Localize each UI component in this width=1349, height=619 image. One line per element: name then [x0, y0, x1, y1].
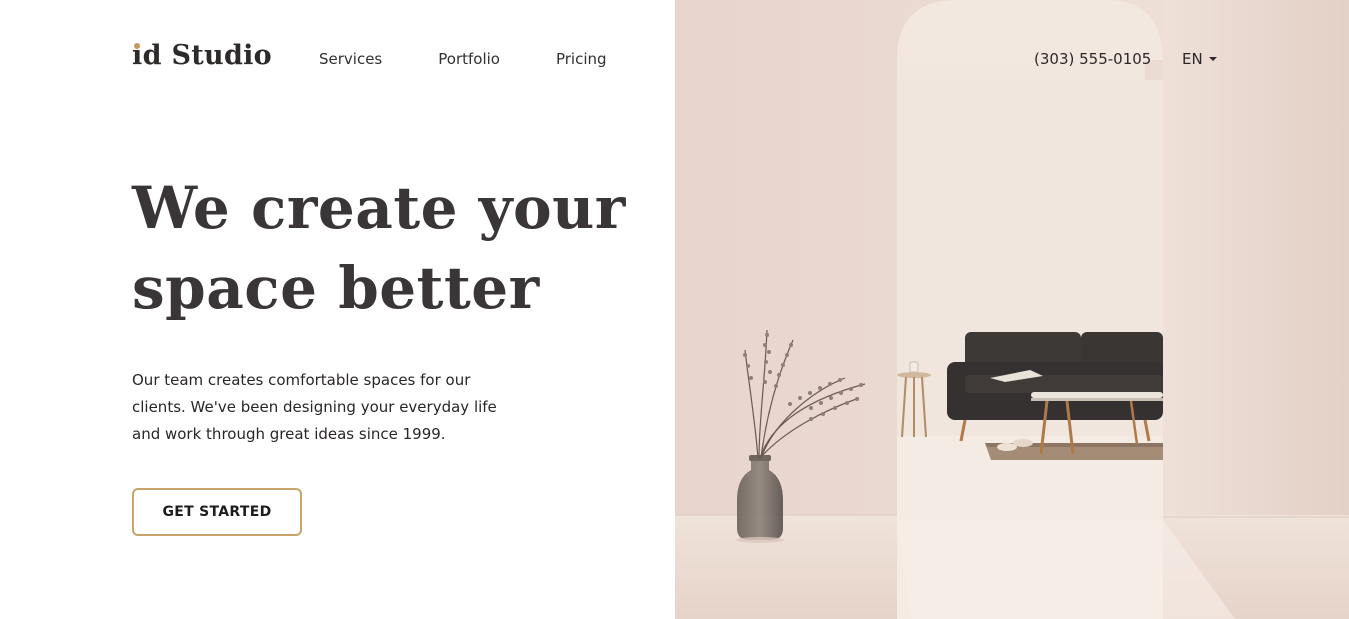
nav-item-pricing[interactable]: Pricing [556, 49, 607, 69]
landing-page: i d Studio Services Portfolio Pricing We… [0, 0, 1349, 619]
interior-illustration [675, 0, 1349, 619]
hero-description: Our team creates comfortable spaces for … [132, 371, 497, 443]
get-started-button[interactable]: GET STARTED [132, 488, 302, 536]
main-nav: Services Portfolio Pricing [319, 49, 607, 69]
logo-i-glyph: i [132, 40, 143, 71]
hero-headline: We create your space better [132, 168, 652, 328]
hero-image [675, 0, 1349, 619]
chevron-down-icon [1208, 57, 1217, 61]
nav-item-services[interactable]: Services [319, 49, 382, 69]
headline-line-2: space better [132, 254, 540, 322]
language-label: EN [1182, 50, 1203, 68]
language-selector[interactable]: EN [1182, 49, 1217, 69]
logo-text: d Studio [142, 40, 272, 71]
headline-line-1: We create your [132, 174, 626, 242]
brand-logo[interactable]: i d Studio [132, 40, 272, 80]
phone-link[interactable]: (303) 555-0105 [1034, 49, 1151, 69]
nav-item-portfolio[interactable]: Portfolio [438, 49, 500, 69]
